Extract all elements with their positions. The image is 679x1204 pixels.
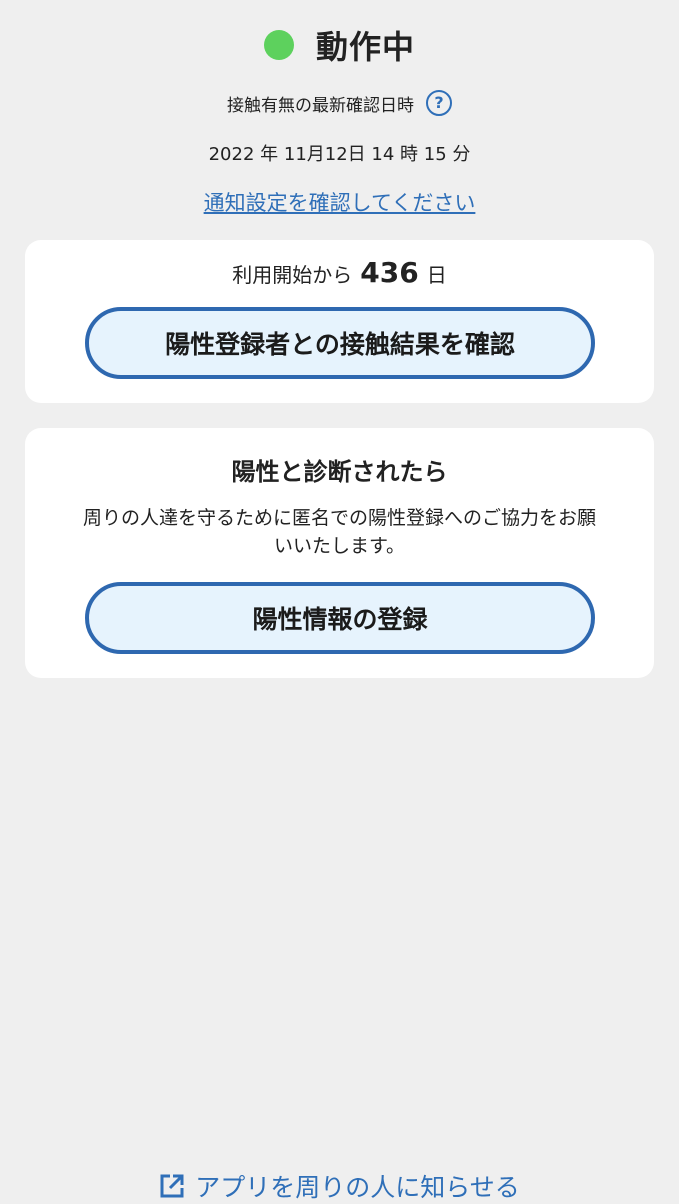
question-circle-icon[interactable]: ? xyxy=(426,90,452,116)
status-row: 動作中 xyxy=(0,22,679,68)
positive-card-description: 周りの人達を守るために匿名での陽性登録へのご協力をお願いいたします。 xyxy=(82,507,596,557)
check-contact-results-button[interactable]: 陽性登録者との接触結果を確認 xyxy=(85,307,595,379)
positive-registration-card: 陽性と診断されたら 周りの人達を守るために匿名での陽性登録へのご協力をお願いいた… xyxy=(25,428,654,678)
last-check-row: 接触有無の最新確認日時 ? xyxy=(0,90,679,116)
share-app-label: アプリを周りの人に知らせる xyxy=(195,1173,520,1202)
external-link-icon xyxy=(159,1173,185,1199)
status-label: 動作中 xyxy=(315,28,415,66)
usage-card: 利用開始から 436 日 陽性登録者との接触結果を確認 xyxy=(25,240,654,403)
register-positive-button[interactable]: 陽性情報の登録 xyxy=(85,582,595,654)
last-check-label: 接触有無の最新確認日時 xyxy=(227,95,414,116)
usage-days-count: 436 xyxy=(360,256,419,289)
notification-settings-link[interactable]: 通知設定を確認してください xyxy=(0,187,679,217)
usage-suffix: 日 xyxy=(426,263,447,287)
last-check-timestamp: 2022 年 11月12日 14 時 15 分 xyxy=(208,144,471,165)
usage-prefix: 利用開始から xyxy=(232,263,353,287)
usage-days-row: 利用開始から 436 日 xyxy=(25,256,654,289)
status-indicator-dot xyxy=(263,30,294,60)
share-app-link[interactable]: アプリを周りの人に知らせる xyxy=(0,1168,679,1204)
positive-card-title: 陽性と診断されたら xyxy=(231,458,448,486)
